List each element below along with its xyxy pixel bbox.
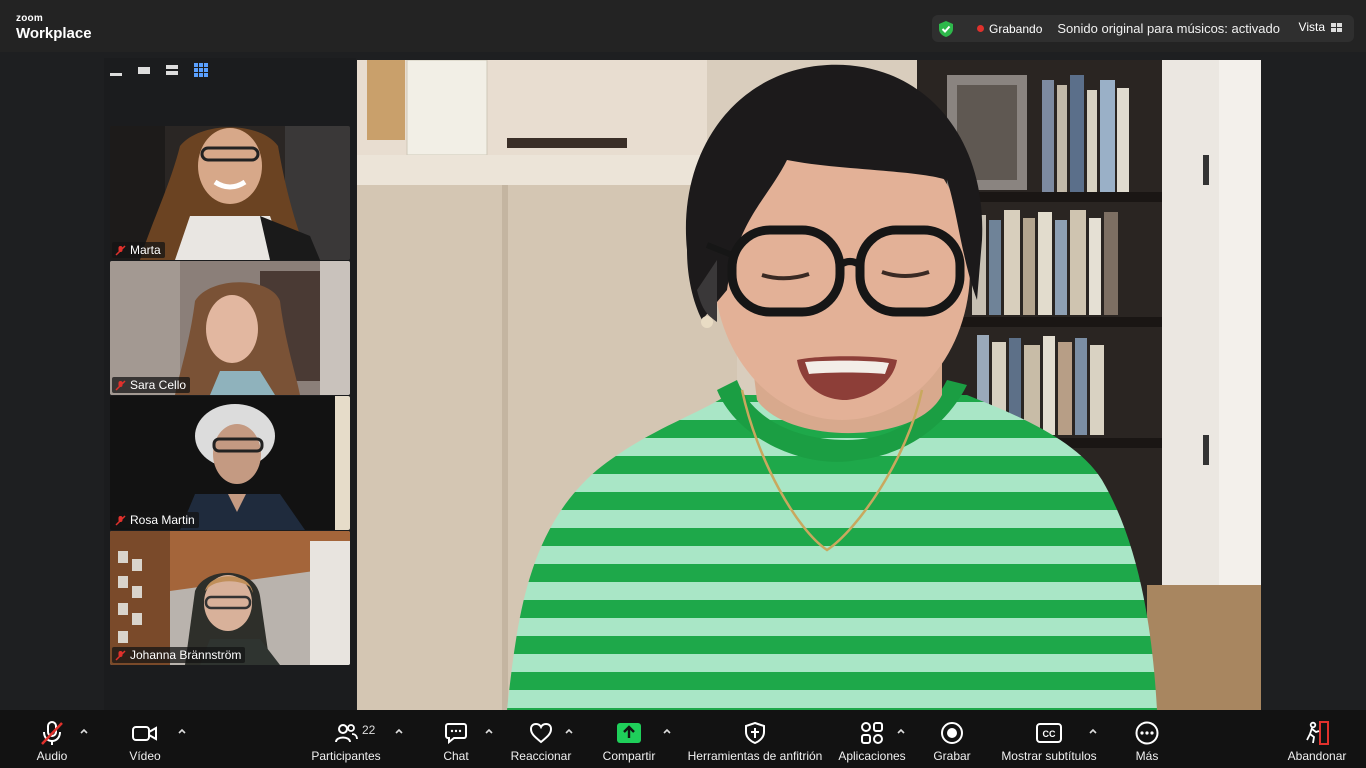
participant-name: Sara Cello: [130, 378, 187, 392]
closed-captions-icon: CC: [1036, 723, 1062, 743]
single-view-icon[interactable]: [138, 63, 154, 77]
top-bar: zoom Workplace Grabando Sonido original …: [0, 0, 1366, 52]
video-options-chevron-up-icon[interactable]: [177, 726, 187, 736]
participant-video: [110, 126, 350, 260]
app-logo: zoom Workplace: [16, 13, 92, 42]
captions-button[interactable]: CC Mostrar subtítulos: [998, 710, 1100, 768]
recording-label[interactable]: Grabando: [989, 22, 1042, 36]
sidebar-layout-tools: [110, 62, 208, 78]
view-label: Vista: [1298, 20, 1325, 34]
video-button[interactable]: Vídeo: [124, 710, 166, 768]
meeting-toolbar: Audio Vídeo Participantes 22 Chat Reacci…: [0, 710, 1366, 768]
participants-options-chevron-up-icon[interactable]: [394, 726, 404, 736]
record-label: Grabar: [933, 749, 971, 763]
heart-icon: [529, 722, 553, 744]
chat-button[interactable]: Chat: [438, 710, 474, 768]
host-tools-label: Herramientas de anfitrión: [687, 749, 823, 763]
apps-label: Aplicaciones: [838, 749, 906, 763]
participant-name: Johanna Brännström: [130, 648, 242, 662]
recording-dot-icon: [977, 25, 984, 32]
minimize-view-icon[interactable]: [110, 63, 126, 77]
chat-label: Chat: [443, 749, 469, 763]
brand-top: zoom: [16, 13, 43, 24]
participant-name-tag: Sara Cello: [112, 377, 191, 393]
audio-button[interactable]: Audio: [30, 710, 74, 768]
participant-tile[interactable]: Johanna Brännström: [110, 531, 350, 665]
more-button[interactable]: Más: [1130, 710, 1164, 768]
grid-view-icon: [1331, 22, 1342, 32]
participant-video: [110, 396, 350, 530]
original-sound-status[interactable]: Sonido original para músicos: activado: [1057, 21, 1280, 36]
captions-label: Mostrar subtítulos: [1001, 749, 1097, 763]
react-options-chevron-up-icon[interactable]: [564, 726, 574, 736]
share-options-chevron-up-icon[interactable]: [662, 726, 672, 736]
react-label: Reaccionar: [510, 749, 572, 763]
audio-options-chevron-up-icon[interactable]: [79, 726, 89, 736]
chat-options-chevron-up-icon[interactable]: [484, 726, 494, 736]
stacked-view-icon[interactable]: [166, 63, 182, 77]
share-screen-icon: [617, 723, 641, 743]
brand-bottom: Workplace: [16, 25, 92, 42]
meeting-area: Marta Sara Cello Rosa Martin Johanna Brä…: [0, 52, 1366, 710]
record-icon: [941, 722, 963, 744]
participants-label: Participantes: [311, 749, 381, 763]
participant-name-tag: Marta: [112, 242, 165, 258]
svg-text:CC: CC: [1043, 729, 1056, 739]
chat-bubble-icon: [445, 723, 467, 745]
mic-muted-icon: [115, 244, 126, 256]
participant-tile[interactable]: Marta: [110, 126, 350, 260]
leave-button[interactable]: Abandonar: [1284, 710, 1350, 768]
mic-muted-icon: [115, 649, 126, 661]
participant-video: [110, 531, 350, 665]
shield-check-icon[interactable]: [937, 20, 955, 38]
video-camera-icon: [132, 726, 157, 741]
more-dots-icon: [1135, 721, 1159, 745]
shield-icon: [745, 722, 765, 744]
meeting-status-pill: Grabando Sonido original para músicos: a…: [932, 15, 1354, 42]
leave-label: Abandonar: [1287, 749, 1347, 763]
apps-options-chevron-up-icon[interactable]: [896, 726, 906, 736]
participants-icon: [335, 724, 358, 743]
share-button[interactable]: Compartir: [598, 710, 660, 768]
participants-count: 22: [362, 723, 376, 737]
record-button[interactable]: Grabar: [930, 710, 974, 768]
captions-options-chevron-up-icon[interactable]: [1088, 726, 1098, 736]
participant-video: [110, 261, 350, 395]
mic-muted-icon: [41, 721, 63, 745]
participant-tile[interactable]: Sara Cello: [110, 261, 350, 395]
participants-sidebar: Marta Sara Cello Rosa Martin Johanna Brä…: [104, 58, 356, 710]
participant-name-tag: Johanna Brännström: [112, 647, 246, 663]
speaker-video-frame: [357, 60, 1261, 710]
react-button[interactable]: Reaccionar: [508, 710, 574, 768]
more-label: Más: [1135, 749, 1159, 763]
participant-tile[interactable]: Rosa Martin: [110, 396, 350, 530]
active-speaker-video[interactable]: [357, 60, 1261, 710]
view-button[interactable]: Vista: [1299, 20, 1342, 34]
participant-name: Rosa Martin: [130, 513, 195, 527]
share-label: Compartir: [602, 749, 656, 763]
apps-button[interactable]: Aplicaciones: [834, 710, 910, 768]
mic-muted-icon: [115, 379, 126, 391]
gallery-grid-icon[interactable]: [194, 63, 208, 77]
host-tools-button[interactable]: Herramientas de anfitrión: [684, 710, 826, 768]
participants-button[interactable]: Participantes: [308, 710, 384, 768]
audio-label: Audio: [36, 749, 68, 763]
leave-exit-icon: [1306, 721, 1329, 745]
participant-name-tag: Rosa Martin: [112, 512, 199, 528]
video-label: Vídeo: [129, 749, 161, 763]
mic-muted-icon: [115, 514, 126, 526]
apps-icon: [861, 722, 883, 744]
participant-name: Marta: [130, 243, 161, 257]
